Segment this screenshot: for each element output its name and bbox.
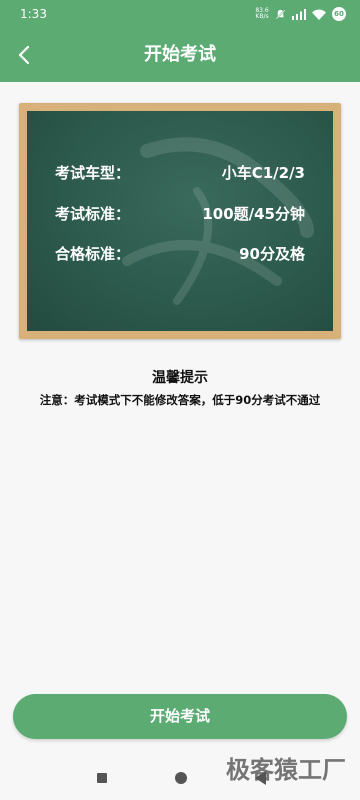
- board-value: 100题/45分钟: [202, 204, 305, 223]
- signal-icon: [292, 5, 306, 24]
- mute-icon: [275, 5, 286, 24]
- net-speed: 83.6 KB/s: [255, 8, 269, 20]
- board-label: 考试车型：: [55, 163, 131, 182]
- chalkboard-surface: 考试车型： 小车C1/2/3 考试标准： 100题/45分钟 合格标准： 90分…: [27, 111, 333, 331]
- exam-info-board: 考试车型： 小车C1/2/3 考试标准： 100题/45分钟 合格标准： 90分…: [19, 103, 341, 339]
- system-nav-bar: 极客猿工厂: [0, 756, 360, 800]
- status-bar: 1:33 83.6 KB/s 60: [0, 0, 360, 28]
- board-value: 90分及格: [239, 244, 305, 263]
- page-title: 开始考试: [144, 44, 216, 65]
- battery-indicator: 60: [332, 7, 346, 21]
- board-row-pass-standard: 合格标准： 90分及格: [55, 241, 305, 265]
- board-label: 合格标准：: [55, 244, 131, 263]
- tips-title: 温馨提示: [152, 370, 208, 386]
- board-label: 考试标准：: [55, 204, 131, 223]
- board-row-exam-standard: 考试标准： 100题/45分钟: [55, 201, 305, 225]
- board-row-vehicle-type: 考试车型： 小车C1/2/3: [55, 160, 305, 184]
- wifi-icon: [312, 5, 326, 24]
- watermark: 极客猿工厂: [226, 756, 346, 784]
- app-bar: 开始考试: [0, 28, 360, 82]
- status-icons: 83.6 KB/s 60: [255, 5, 346, 23]
- back-button[interactable]: [10, 41, 38, 69]
- screen: 1:33 83.6 KB/s 60 开始考试 考试车型： 小车C1/2/3 考试…: [0, 0, 360, 800]
- chevron-left-icon: [18, 45, 30, 65]
- start-exam-button[interactable]: 开始考试: [13, 694, 347, 739]
- board-value: 小车C1/2/3: [221, 163, 305, 182]
- tips-text: 注意：考试模式下不能修改答案，低于90分考试不通过: [39, 393, 321, 407]
- home-button[interactable]: [175, 772, 187, 784]
- status-time: 1:33: [20, 7, 47, 21]
- recents-button[interactable]: [97, 773, 107, 783]
- net-speed-unit: KB/s: [255, 13, 269, 20]
